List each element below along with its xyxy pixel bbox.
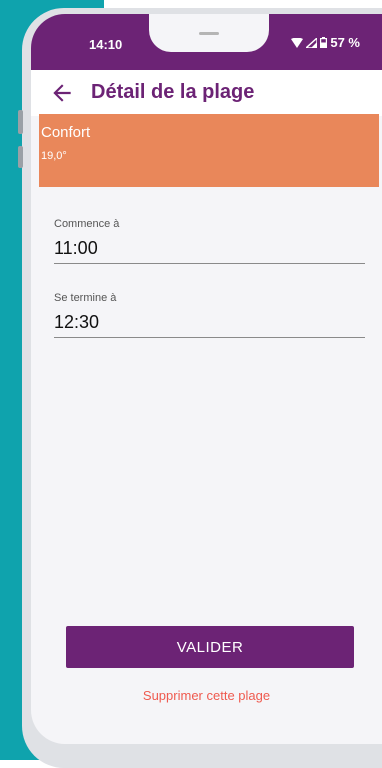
wifi-icon: [291, 37, 304, 48]
end-time-value[interactable]: 12:30: [54, 312, 365, 338]
delete-range-link[interactable]: Supprimer cette plage: [31, 688, 382, 703]
start-time-field[interactable]: Commence à 11:00: [54, 218, 365, 264]
back-arrow-icon[interactable]: [49, 80, 75, 106]
battery-icon: [320, 37, 328, 48]
mode-card: Confort 19,0°: [39, 114, 379, 187]
battery-percent: 57 %: [330, 35, 360, 50]
status-icons: 57 %: [291, 35, 360, 50]
signal-icon: [306, 37, 318, 48]
status-bar: 14:10 57 %: [31, 14, 382, 70]
speaker-grille: [199, 32, 219, 35]
volume-down-button: [18, 146, 23, 168]
volume-up-button: [18, 110, 23, 134]
validate-button[interactable]: VALIDER: [66, 626, 354, 668]
mode-name: Confort: [41, 124, 91, 141]
start-time-value[interactable]: 11:00: [54, 238, 365, 264]
phone-screen: 14:10 57 % Détail de la plage Confort 19…: [31, 14, 382, 744]
app-bar: Détail de la plage: [31, 70, 382, 116]
page-title: Détail de la plage: [91, 81, 255, 103]
start-time-label: Commence à: [54, 218, 120, 230]
status-time: 14:10: [89, 37, 123, 52]
end-time-field[interactable]: Se termine à 12:30: [54, 292, 365, 338]
end-time-label: Se termine à: [54, 292, 117, 304]
mode-temperature: 19,0°: [41, 150, 67, 162]
